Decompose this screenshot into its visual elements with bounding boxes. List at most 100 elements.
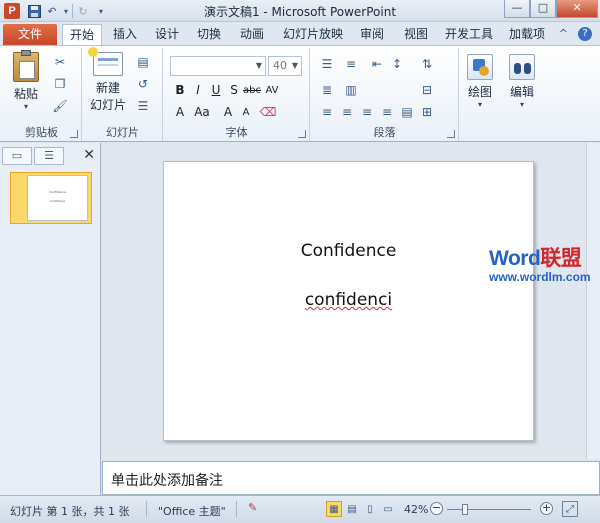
zoom-slider-track[interactable]: [447, 509, 531, 510]
char-spacing-icon[interactable]: AV: [264, 82, 280, 98]
binoculars-icon: [509, 54, 535, 80]
smartart-icon[interactable]: ⊞: [419, 104, 435, 120]
font-color-icon[interactable]: A: [172, 104, 188, 120]
editing-button[interactable]: 编辑 ▾: [504, 54, 540, 109]
new-slide-button[interactable]: 新建 幻灯片: [87, 47, 129, 113]
tab-developer[interactable]: 开发工具: [440, 24, 498, 45]
bullets-icon[interactable]: ☰: [319, 56, 335, 72]
cut-icon[interactable]: ✂: [52, 54, 68, 70]
reset-icon[interactable]: ↺: [135, 76, 151, 92]
zoom-level[interactable]: 42%: [404, 503, 428, 516]
justify-icon[interactable]: ≡: [379, 104, 395, 120]
tab-animations[interactable]: 动画: [232, 24, 272, 45]
tab-view[interactable]: 视图: [396, 24, 436, 45]
slides-group: 新建 幻灯片 ▤ ↺ ☰ 幻灯片: [83, 47, 163, 141]
font-group: ▼ 40 ▼ B I U S abc AV A Aa A A ⌫ 字体: [164, 48, 310, 141]
maximize-button[interactable]: □: [530, 0, 556, 18]
ribbon-tabs: 文件 开始 插入 设计 切换 动画 幻灯片放映 审阅 视图 开发工具 加载项 ^…: [0, 22, 600, 45]
tab-addins[interactable]: 加载项: [502, 24, 552, 45]
italic-icon[interactable]: I: [190, 82, 206, 98]
watermark-brand-b: 联盟: [540, 247, 582, 270]
font-size-dropdown-icon[interactable]: ▼: [292, 57, 298, 75]
status-separator: [146, 501, 147, 517]
slides-pane-tabs: ▭ ☰ ✕: [0, 147, 101, 165]
paragraph-dialog-launcher-icon[interactable]: [447, 130, 455, 138]
theme-status[interactable]: "Office 主题": [158, 503, 226, 519]
slides-pane: ▭ ☰ ✕ 1 Confidence confidenci: [0, 143, 101, 495]
align-center-icon[interactable]: ≡: [339, 104, 355, 120]
columns-icon[interactable]: ▥: [343, 82, 359, 98]
tab-home[interactable]: 开始: [62, 24, 102, 45]
grow-font-icon[interactable]: A: [220, 104, 236, 120]
paste-icon: [13, 50, 39, 82]
layout-icon[interactable]: ▤: [135, 54, 151, 70]
watermark-brand: Word联盟: [489, 242, 597, 272]
thumb-line-1: Confidence: [49, 190, 66, 194]
text-direction-icon[interactable]: ⇅: [419, 56, 435, 72]
vertical-scrollbar[interactable]: [586, 143, 600, 459]
slide-text-line-2-value: confidenci: [304, 290, 393, 310]
spell-check-icon[interactable]: ✎: [248, 501, 257, 514]
help-icon[interactable]: ?: [578, 27, 592, 41]
decrease-indent-icon[interactable]: ⇤: [369, 56, 385, 72]
drawing-button[interactable]: 绘图 ▾: [462, 54, 498, 109]
copy-icon[interactable]: ❐: [52, 76, 68, 92]
font-dialog-launcher-icon[interactable]: [298, 130, 306, 138]
numbering-icon[interactable]: ≡: [343, 56, 359, 72]
ribbon-help-area: ^ ?: [559, 27, 592, 41]
distribute-icon[interactable]: ▤: [399, 104, 415, 120]
shadow-icon[interactable]: S: [226, 82, 242, 98]
paste-dropdown-icon[interactable]: ▾: [8, 102, 44, 111]
bold-icon[interactable]: B: [172, 82, 188, 98]
close-pane-icon[interactable]: ✕: [83, 147, 95, 163]
clipboard-dialog-launcher-icon[interactable]: [70, 130, 78, 138]
close-button[interactable]: ✕: [556, 0, 598, 18]
fit-to-window-icon[interactable]: ⤢: [562, 501, 578, 517]
tab-design[interactable]: 设计: [148, 24, 186, 45]
tab-insert[interactable]: 插入: [106, 24, 144, 45]
clear-format-icon[interactable]: ⌫: [260, 104, 277, 120]
slide-canvas[interactable]: Confidence confidenci: [163, 161, 534, 441]
normal-view-icon[interactable]: ▦: [326, 501, 342, 517]
font-size-combo[interactable]: 40 ▼: [268, 56, 302, 76]
slideshow-view-icon[interactable]: ▭: [380, 501, 396, 517]
section-icon[interactable]: ☰: [135, 98, 151, 114]
slide-text-line-2[interactable]: confidenci: [164, 290, 533, 310]
align-left-icon[interactable]: ≡: [319, 104, 335, 120]
paste-button[interactable]: 粘贴 ▾: [8, 50, 44, 111]
notes-pane[interactable]: 单击此处添加备注: [102, 461, 600, 495]
tab-transitions[interactable]: 切换: [190, 24, 228, 45]
status-bar: 幻灯片 第 1 张，共 1 张 "Office 主题" ✎ ▦ ▤ ▯ ▭ 42…: [0, 495, 600, 523]
slide-text-line-1[interactable]: Confidence: [164, 241, 533, 261]
outline-tab-icon[interactable]: ☰: [34, 147, 64, 165]
watermark-brand-a: Word: [489, 247, 541, 270]
align-right-icon[interactable]: ≡: [359, 104, 375, 120]
minimize-button[interactable]: —: [504, 0, 530, 18]
change-case-icon[interactable]: Aa: [194, 104, 210, 120]
reading-view-icon[interactable]: ▯: [362, 501, 378, 517]
minimize-ribbon-icon[interactable]: ^: [559, 27, 568, 41]
format-painter-icon[interactable]: 🖌: [52, 98, 68, 114]
slides-tab-icon[interactable]: ▭: [2, 147, 32, 165]
drawing-dropdown-icon[interactable]: ▾: [462, 100, 498, 109]
slide-thumbnail[interactable]: Confidence confidenci: [10, 172, 92, 224]
line-spacing-icon[interactable]: ↕: [389, 56, 405, 72]
underline-icon[interactable]: U: [208, 82, 224, 98]
status-separator: [236, 501, 237, 517]
zoom-slider-thumb[interactable]: [462, 504, 468, 515]
tab-file[interactable]: 文件: [3, 24, 57, 45]
editing-dropdown-icon[interactable]: ▾: [504, 100, 540, 109]
align-text-icon[interactable]: ⊟: [419, 82, 435, 98]
notes-placeholder: 单击此处添加备注: [111, 473, 223, 489]
zoom-out-button[interactable]: −: [430, 502, 443, 515]
align-left-top-icon[interactable]: ≣: [319, 82, 335, 98]
slide-editor-area: Confidence confidenci: [102, 143, 600, 459]
strikethrough-icon[interactable]: abc: [243, 82, 261, 98]
font-name-dropdown-icon[interactable]: ▼: [256, 57, 262, 75]
shrink-font-icon[interactable]: A: [238, 104, 254, 120]
tab-slideshow[interactable]: 幻灯片放映: [278, 24, 348, 45]
tab-review[interactable]: 审阅: [352, 24, 392, 45]
slide-sorter-icon[interactable]: ▤: [344, 501, 360, 517]
zoom-in-button[interactable]: +: [540, 502, 553, 515]
font-name-combo[interactable]: ▼: [170, 56, 266, 76]
